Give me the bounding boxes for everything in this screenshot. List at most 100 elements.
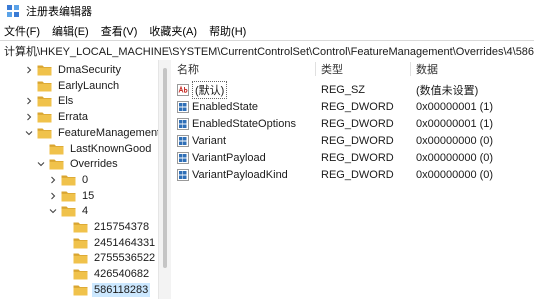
binary-value-icon (177, 151, 189, 164)
tree-item[interactable]: DmaSecurity (24, 62, 123, 78)
tree-item-label: EarlyLaunch (58, 79, 120, 92)
string-value-icon (177, 83, 189, 96)
address-bar[interactable]: 计算机\HKEY_LOCAL_MACHINE\SYSTEM\CurrentCon… (0, 40, 534, 61)
chevron-right-icon[interactable] (48, 172, 58, 188)
column-divider[interactable] (315, 62, 316, 76)
tree-item[interactable]: 586118283 (60, 282, 151, 298)
menu-favorites[interactable]: 收藏夹(A) (143, 23, 203, 39)
chevron-right-icon[interactable] (24, 93, 34, 109)
folder-icon (73, 269, 88, 280)
value-name: VariantPayloadKind (192, 168, 288, 181)
tree-item-label: 4 (82, 205, 89, 218)
title-bar: 注册表编辑器 (0, 0, 534, 22)
value-name: VariantPayload (192, 151, 266, 164)
value-type: REG_DWORD (321, 151, 394, 164)
folder-icon (37, 112, 52, 123)
tree-item[interactable]: 2451464331 (60, 235, 157, 251)
chevron-right-icon[interactable] (48, 188, 58, 204)
value-name-cell: (默认) (177, 80, 228, 99)
column-divider[interactable] (410, 62, 411, 76)
chevron-down-icon[interactable] (36, 156, 46, 172)
value-row[interactable]: EnabledStateOptions REG_DWORD 0x00000001 (… (171, 115, 534, 132)
folder-icon (37, 128, 52, 139)
tree-item[interactable]: 0 (48, 172, 90, 188)
folder-icon (37, 96, 52, 107)
value-type: REG_DWORD (321, 168, 394, 181)
folder-icon (61, 206, 76, 217)
menu-bar: 文件(F) 编辑(E) 查看(V) 收藏夹(A) 帮助(H) (0, 22, 534, 40)
tree-item-label: 586118283 (92, 282, 151, 297)
tree-item[interactable]: LastKnownGood (36, 141, 153, 157)
value-row[interactable]: VariantPayloadKind REG_DWORD 0x00000000 (0… (171, 166, 534, 183)
tree-item-label: DmaSecurity (58, 64, 121, 76)
menu-edit[interactable]: 编辑(E) (46, 23, 95, 39)
value-data: (数值未设置) (416, 84, 479, 97)
value-data: 0x00000001 (1) (416, 100, 494, 113)
value-row[interactable]: EnabledState REG_DWORD 0x00000001 (1) (171, 98, 534, 115)
registry-editor-icon (7, 5, 19, 17)
tree-item-label: LastKnownGood (70, 142, 152, 155)
column-header-name[interactable]: 名称 (177, 60, 199, 78)
value-type: REG_DWORD (321, 117, 394, 130)
tree-item[interactable]: 426540682 (60, 266, 151, 282)
tree-scrollbar-thumb[interactable] (163, 68, 167, 268)
tree-scrollbar[interactable] (158, 60, 171, 299)
chevron-down-icon[interactable] (48, 203, 58, 219)
tree-item-label: Overrides (70, 158, 118, 171)
menu-help[interactable]: 帮助(H) (203, 23, 252, 39)
menu-file[interactable]: 文件(F) (0, 23, 46, 39)
registry-tree[interactable]: DmaSecurity EarlyLaunch Els Errata FeatureMa… (0, 60, 158, 299)
value-name-cell: VariantPayloadKind (177, 166, 288, 183)
folder-icon (37, 65, 52, 76)
value-data: 0x00000001 (1) (416, 117, 494, 130)
value-name: EnabledState (192, 100, 259, 113)
chevron-down-icon[interactable] (24, 125, 34, 141)
value-name: (默认) (192, 80, 228, 99)
tree-item[interactable]: 15 (48, 188, 96, 204)
value-name-cell: VariantPayload (177, 149, 266, 166)
value-name: Variant (192, 134, 227, 147)
binary-value-icon (177, 100, 189, 113)
tree-item[interactable]: Overrides (36, 156, 120, 172)
tree-item-label: 0 (82, 173, 89, 186)
menu-view[interactable]: 查看(V) (95, 23, 144, 39)
tree-item-label: FeatureManagement (58, 126, 158, 139)
tree-item[interactable]: 2755536522 (60, 250, 157, 266)
tree-item[interactable]: Errata (24, 109, 90, 125)
value-list: 名称 类型 数据 (默认) REG_SZ (数值未设置) EnabledState RE… (171, 60, 534, 299)
value-name: EnabledStateOptions (192, 117, 296, 130)
value-row[interactable]: Variant REG_DWORD 0x00000000 (0) (171, 132, 534, 149)
tree-item[interactable]: EarlyLaunch (24, 78, 121, 94)
tree-item-label: 15 (82, 189, 95, 202)
chevron-right-icon[interactable] (24, 109, 34, 125)
tree-item[interactable]: 215754378 (60, 219, 151, 235)
chevron-right-icon[interactable] (24, 62, 34, 78)
value-name-cell: EnabledStateOptions (177, 115, 296, 132)
value-data: 0x00000000 (0) (416, 134, 494, 147)
window-title: 注册表编辑器 (26, 6, 92, 18)
tree-item[interactable]: 4 (48, 203, 90, 219)
folder-icon (49, 159, 64, 170)
folder-icon (73, 222, 88, 233)
value-name-cell: Variant (177, 132, 226, 149)
value-row[interactable]: VariantPayload REG_DWORD 0x00000000 (0) (171, 149, 534, 166)
tree-item[interactable]: FeatureManagement (24, 125, 158, 141)
binary-value-icon (177, 134, 189, 147)
address-path[interactable]: 计算机\HKEY_LOCAL_MACHINE\SYSTEM\CurrentCon… (0, 43, 534, 59)
value-name-cell: EnabledState (177, 98, 258, 115)
value-row[interactable]: (默认) REG_SZ (数值未设置) (171, 80, 534, 99)
folder-icon (49, 144, 64, 154)
value-type: REG_SZ (321, 83, 366, 96)
folder-icon (37, 81, 52, 92)
tree-item-label: 2451464331 (94, 236, 156, 249)
column-header-data[interactable]: 数据 (416, 60, 438, 78)
column-header-type[interactable]: 类型 (321, 60, 343, 78)
list-header: 名称 类型 数据 (171, 60, 534, 78)
tree-item-label: 426540682 (94, 268, 150, 281)
tree-item-label: Errata (58, 111, 88, 124)
tree-item[interactable]: Els (24, 93, 75, 109)
